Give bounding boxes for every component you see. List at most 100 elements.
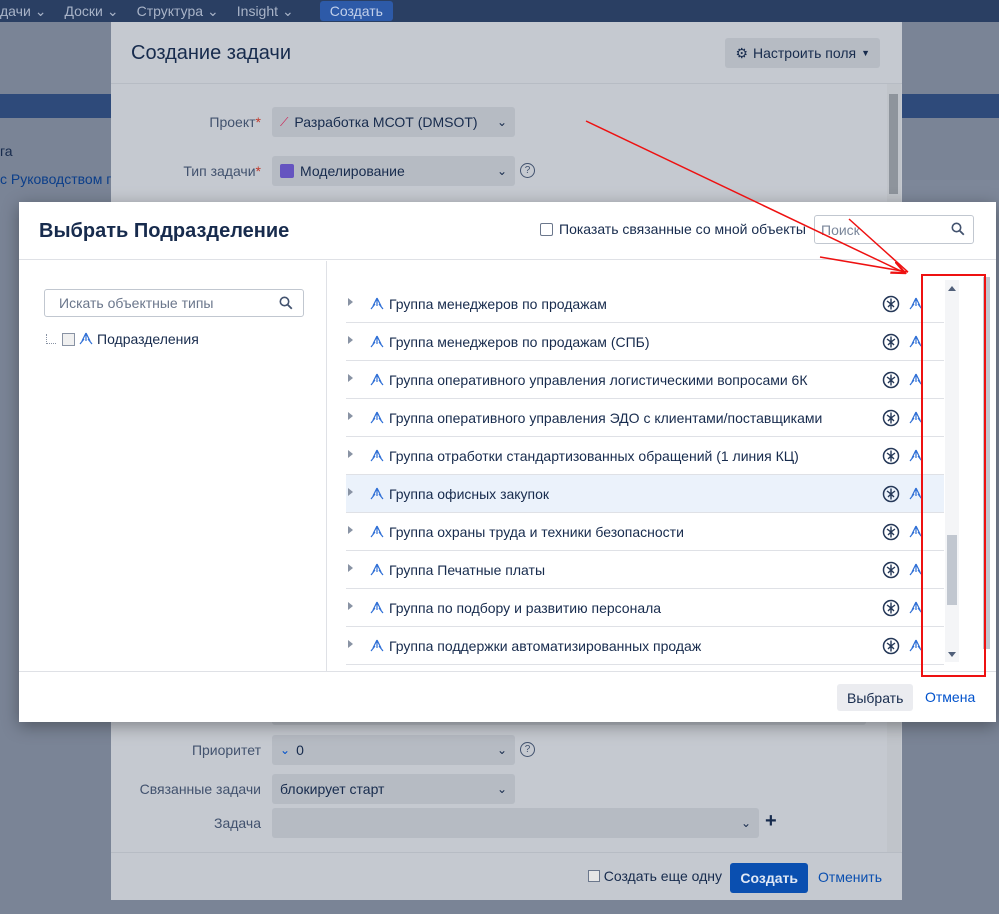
nav-item-label: Доски xyxy=(64,3,103,19)
expand-icon[interactable] xyxy=(348,336,353,344)
expand-icon[interactable] xyxy=(348,412,353,420)
tree-item-label: Подразделения xyxy=(97,331,199,347)
list-item[interactable]: Группа поддержки автоматизированных прод… xyxy=(346,627,944,665)
expand-icon[interactable] xyxy=(348,488,353,496)
chevron-down-icon: ⌄ xyxy=(496,164,507,178)
cancel-link[interactable]: Отменить xyxy=(818,869,882,885)
relations-icon[interactable] xyxy=(882,485,900,506)
help-icon[interactable]: ? xyxy=(520,742,535,757)
expand-icon[interactable] xyxy=(348,526,353,534)
list-item[interactable]: Группа охраны труда и техники безопаснос… xyxy=(346,513,944,551)
search-box[interactable] xyxy=(814,215,974,244)
list-item[interactable]: Группа офисных закупок xyxy=(346,475,944,513)
priority-low-icon: ⌄ xyxy=(280,743,291,757)
relations-icon[interactable] xyxy=(882,371,900,392)
nav-item-label: Insight xyxy=(236,3,279,19)
priority-value: 0 xyxy=(296,742,304,758)
create-another-checkbox[interactable]: Создать еще одну xyxy=(587,868,722,884)
create-another-label: Создать еще одну xyxy=(603,868,722,884)
tree-checkbox[interactable] xyxy=(62,332,75,346)
nav-item-boards[interactable]: Доски ⌄ xyxy=(65,3,119,20)
chevron-down-icon: ⌄ xyxy=(496,743,507,757)
org-structure-icon xyxy=(370,601,384,618)
help-icon[interactable]: ? xyxy=(520,163,535,178)
object-types-panel: Подразделения xyxy=(19,261,327,671)
search-icon[interactable] xyxy=(951,222,965,236)
chevron-down-icon: ⌄ xyxy=(740,816,751,830)
checkbox-box[interactable] xyxy=(587,870,600,882)
list-item-label: Группа оперативного управления ЭДО с кли… xyxy=(389,410,823,426)
tree-item-departments[interactable]: Подразделения xyxy=(46,331,199,347)
relations-icon[interactable] xyxy=(882,409,900,430)
priority-label: Приоритет xyxy=(191,742,261,758)
org-structure-icon xyxy=(370,525,384,542)
nav-item-structure[interactable]: Структура ⌄ xyxy=(137,3,219,20)
issue-type-select[interactable]: Моделирование ⌄ xyxy=(272,156,515,186)
expand-icon[interactable] xyxy=(348,602,353,610)
add-icon[interactable]: + xyxy=(765,810,777,833)
list-item[interactable]: Группа по подбору и развитию персонала xyxy=(346,589,944,627)
relations-icon[interactable] xyxy=(882,561,900,582)
chevron-down-icon: ⌄ xyxy=(207,2,219,19)
search-input[interactable] xyxy=(821,221,941,238)
select-button[interactable]: Выбрать xyxy=(837,684,914,711)
org-structure-icon xyxy=(79,332,93,345)
issue-type-value: Моделирование xyxy=(300,163,405,179)
checkbox-box[interactable] xyxy=(540,222,553,236)
linked-issues-select[interactable]: блокирует старт ⌄ xyxy=(272,774,515,804)
list-item[interactable]: Группа Печатные платы xyxy=(346,551,944,589)
org-structure-icon xyxy=(370,335,384,352)
search-icon[interactable] xyxy=(279,296,293,310)
project-select[interactable]: ⟋ Разработка МСОТ (DMSOT) ⌄ xyxy=(272,107,515,137)
create-dialog-header: Создание задачи ⚙ Настроить поля ▼ xyxy=(111,22,902,84)
expand-icon[interactable] xyxy=(348,298,353,306)
department-list: Группа менеджеров по продажам Группа мене… xyxy=(346,280,946,670)
relations-icon[interactable] xyxy=(882,295,900,316)
expand-icon[interactable] xyxy=(348,450,353,458)
nav-item-insight[interactable]: Insight ⌄ xyxy=(237,3,294,20)
org-structure-icon xyxy=(370,373,384,390)
cancel-link[interactable]: Отмена xyxy=(925,689,975,705)
background-text: га xyxy=(0,143,13,159)
expand-icon[interactable] xyxy=(348,640,353,648)
relations-icon[interactable] xyxy=(882,523,900,544)
org-structure-icon xyxy=(370,487,384,504)
list-item[interactable]: Группа оперативного управления ЭДО с кли… xyxy=(346,399,944,437)
chevron-down-icon: ⌄ xyxy=(496,782,507,796)
project-value: Разработка МСОТ (DMSOT) xyxy=(294,114,478,130)
object-type-search-input[interactable] xyxy=(59,295,269,311)
nav-item-label: дачи xyxy=(0,3,31,19)
show-related-checkbox[interactable]: Показать связанные со мной объекты xyxy=(540,221,806,237)
annotation-rectangle xyxy=(921,274,986,677)
nav-create-button[interactable]: Создать xyxy=(319,1,393,21)
background-link[interactable]: с Руководством г xyxy=(0,171,111,187)
list-item-label: Группа менеджеров по продажам (СПБ) xyxy=(389,334,650,350)
list-item-label: Группа отработки стандартизованных обращ… xyxy=(389,448,799,464)
list-item[interactable]: Группа менеджеров по продажам xyxy=(346,285,944,323)
nav-item-issues[interactable]: дачи ⌄ xyxy=(0,3,47,20)
chevron-down-icon: ⌄ xyxy=(34,2,47,19)
object-type-search[interactable] xyxy=(44,289,304,317)
configure-fields-button[interactable]: ⚙ Настроить поля ▼ xyxy=(725,38,880,68)
project-label: Проект* xyxy=(209,114,261,130)
list-item[interactable]: Группа оперативного управления логистиче… xyxy=(346,361,944,399)
project-icon: ⟋ xyxy=(280,114,289,129)
list-item[interactable]: Группа отработки стандартизованных обращ… xyxy=(346,437,944,475)
org-structure-icon xyxy=(370,297,384,314)
list-item[interactable]: Группа менеджеров по продажам (СПБ) xyxy=(346,323,944,361)
expand-icon[interactable] xyxy=(348,564,353,572)
relations-icon[interactable] xyxy=(882,599,900,620)
create-button[interactable]: Создать xyxy=(730,863,808,893)
relations-icon[interactable] xyxy=(882,447,900,468)
show-related-label: Показать связанные со мной объекты xyxy=(559,221,806,237)
relations-icon[interactable] xyxy=(882,637,900,658)
scrollbar-thumb[interactable] xyxy=(889,94,898,194)
list-item-label: Группа офисных закупок xyxy=(389,486,550,502)
expand-icon[interactable] xyxy=(348,374,353,382)
issue-select[interactable]: ⌄ xyxy=(272,808,759,838)
create-dialog-title: Создание задачи xyxy=(131,42,291,64)
linked-issues-value: блокирует старт xyxy=(280,781,385,797)
priority-select[interactable]: ⌄ 0 ⌄ xyxy=(272,735,515,765)
list-item-label: Группа оперативного управления логистиче… xyxy=(389,372,808,388)
relations-icon[interactable] xyxy=(882,333,900,354)
